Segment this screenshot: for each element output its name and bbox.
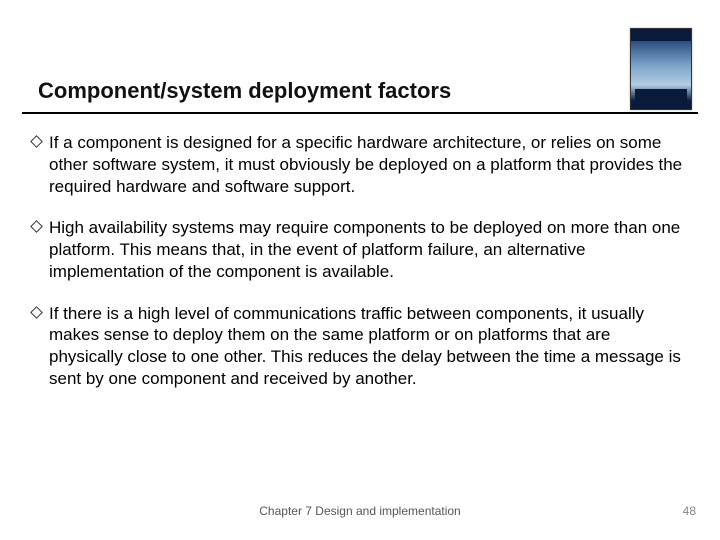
diamond-bullet-icon (30, 135, 43, 148)
bullet-item: If there is a high level of communicatio… (32, 303, 688, 390)
bullet-text: If a component is designed for a specifi… (49, 132, 688, 197)
slide-body: If a component is designed for a specifi… (32, 132, 688, 410)
bullet-text: High availability systems may require co… (49, 217, 688, 282)
slide-title: Component/system deployment factors (38, 78, 682, 104)
footer-chapter-label: Chapter 7 Design and implementation (0, 504, 720, 518)
bullet-item: High availability systems may require co… (32, 217, 688, 282)
bullet-item: If a component is designed for a specifi… (32, 132, 688, 197)
slide-header: Component/system deployment factors (38, 78, 682, 104)
diamond-bullet-icon (30, 306, 43, 319)
title-divider (22, 112, 698, 114)
bullet-text: If there is a high level of communicatio… (49, 303, 688, 390)
book-cover-band (631, 29, 691, 41)
diamond-bullet-icon (30, 220, 43, 233)
page-number: 48 (683, 504, 696, 518)
slide: Component/system deployment factors If a… (0, 0, 720, 540)
